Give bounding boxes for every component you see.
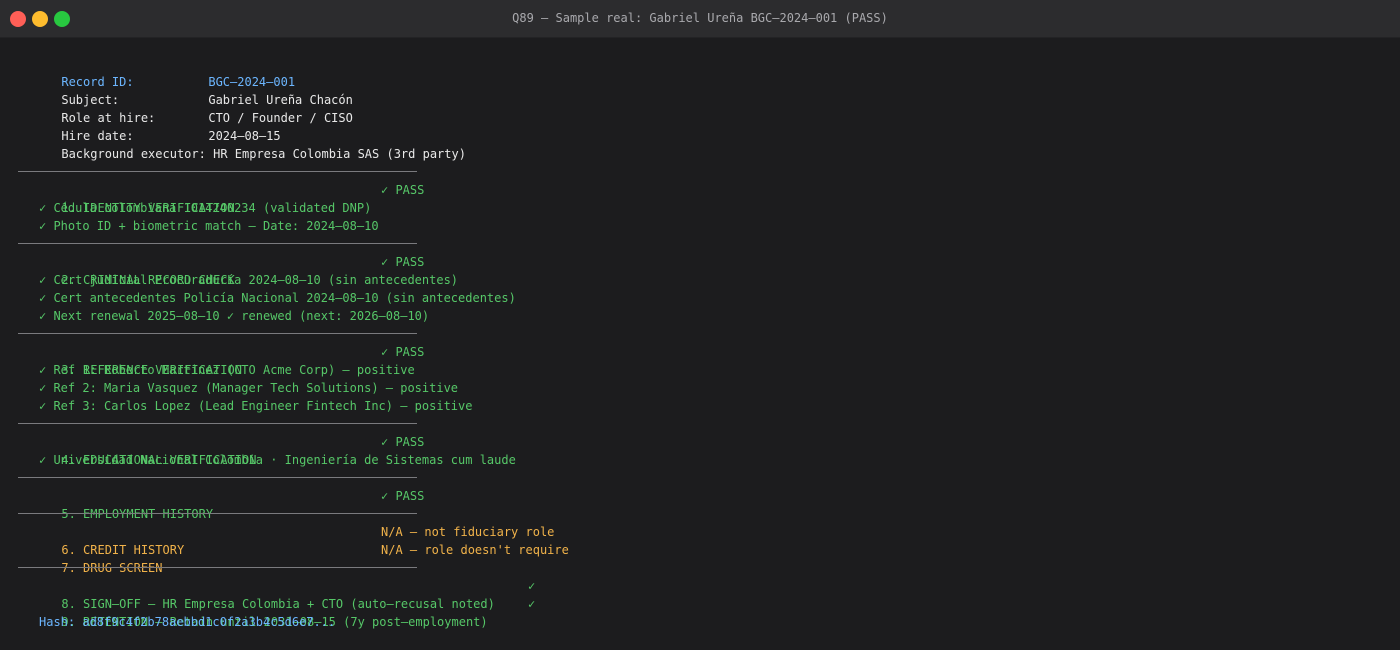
divider (18, 325, 1382, 343)
list-item: ✓ Ref 1: Roberto Martinez (CTO Acme Corp… (39, 363, 415, 377)
list-item: ✓ Cert judicial Procuraduría 2024–08–10 … (39, 273, 459, 287)
list-item: ✓ Ref 3: Carlos Lopez (Lead Engineer Fin… (39, 399, 473, 413)
status-badge: ✓ PASS (381, 489, 425, 503)
hire-date-line: Hire date: 2024–08–15 (18, 109, 1382, 143)
status-badge: N/A — role doesn't require (381, 543, 569, 557)
section-retention-header: 9. RETENTION — Retain until 2031–08–15 (… (18, 595, 1382, 629)
section-signoff-header: 8. SIGN–OFF — HR Empresa Colombia + CTO … (18, 577, 1382, 611)
section-drug-header: 7. DRUG SCREEN N/A — role doesn't requir… (18, 541, 1382, 575)
role-line: Role at hire: CTO / Founder / CISO (18, 91, 1382, 125)
status-badge: ✓ PASS (381, 183, 425, 197)
section-employment-header: 5. EMPLOYMENT HISTORY ✓ PASS (18, 487, 1382, 521)
hash-line: Hash: ad8f9c4f2b78aebbd1c0f2a3b4c5d6e7..… (39, 615, 336, 629)
list-item: ✓ Photo ID + biometric match — Date: 202… (39, 219, 379, 233)
list-item: ✓ Ref 2: Maria Vasquez (Manager Tech Sol… (39, 381, 459, 395)
list-item: ✓ Cédula colombiana 1014240234 (validate… (39, 201, 372, 215)
status-badge: ✓ PASS (381, 345, 425, 359)
divider (18, 469, 1382, 487)
divider (18, 559, 1382, 577)
section-criminal-header: 2. CRIMINAL RECORD CHECK ✓ PASS (18, 253, 1382, 287)
status-badge: ✓ PASS (381, 255, 425, 269)
terminal-window: Q89 — Sample real: Gabriel Ureña BGC–202… (0, 0, 1400, 650)
divider (18, 415, 1382, 433)
divider (18, 505, 1382, 523)
section-education-header: 4. EDUCATIONAL VERIFICATION ✓ PASS (18, 433, 1382, 467)
list-item: ✓ Cert antecedentes Policía Nacional 202… (39, 291, 516, 305)
divider (18, 163, 1382, 181)
list-item: ✓ Next renewal 2025–08–10 ✓ renewed (nex… (39, 309, 430, 323)
divider (18, 235, 1382, 253)
executor-line: Background executor: HR Empresa Colombia… (18, 127, 1382, 161)
terminal-output: Record ID: BGC–2024–001 Subject: Gabriel U… (0, 38, 1400, 631)
status-badge: N/A — not fiduciary role (381, 525, 555, 539)
status-badge: ✓ (528, 597, 536, 611)
record-id-line: Record ID: BGC–2024–001 (18, 55, 1382, 89)
section-credit-header: 6. CREDIT HISTORY N/A — not fiduciary ro… (18, 523, 1382, 557)
status-badge: ✓ PASS (381, 435, 425, 449)
executor-value: HR Empresa Colombia SAS (3rd party) (213, 147, 466, 161)
status-badge: ✓ (528, 579, 536, 593)
subject-line: Subject: Gabriel Ureña Chacón (18, 73, 1382, 107)
window-title: Q89 — Sample real: Gabriel Ureña BGC–202… (512, 11, 888, 25)
title-bar: Q89 — Sample real: Gabriel Ureña BGC–202… (0, 0, 1400, 38)
section-reference-header: 3. REFERENCE VERIFICATION ✓ PASS (18, 343, 1382, 377)
section-identity-header: 1. IDENTITY VERIFICATION ✓ PASS (18, 181, 1382, 215)
list-item: ✓ Universidad Nacional Colombia · Ingeni… (39, 453, 516, 467)
executor-label: Background executor: (61, 147, 206, 161)
